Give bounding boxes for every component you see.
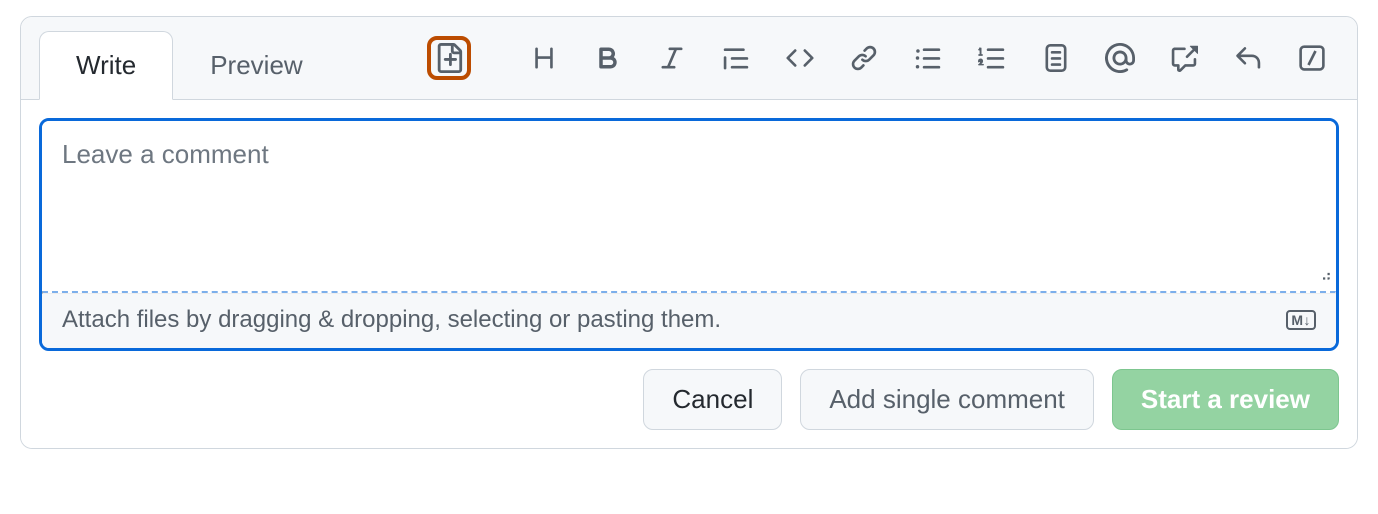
reply-icon[interactable] xyxy=(1233,43,1263,73)
slash-command-icon[interactable] xyxy=(1297,43,1327,73)
resize-handle-icon[interactable] xyxy=(1314,265,1332,286)
code-icon[interactable] xyxy=(785,43,815,73)
cancel-button[interactable]: Cancel xyxy=(643,369,782,430)
unordered-list-icon[interactable] xyxy=(913,43,943,73)
link-icon[interactable] xyxy=(849,43,879,73)
comment-panel: Write Preview xyxy=(20,16,1358,449)
add-single-comment-button[interactable]: Add single comment xyxy=(800,369,1094,430)
comment-body: Attach files by dragging & dropping, sel… xyxy=(21,99,1357,448)
comment-input-wrap: Attach files by dragging & dropping, sel… xyxy=(39,118,1339,351)
action-bar: Cancel Add single comment Start a review xyxy=(39,369,1339,430)
suggest-change-highlight xyxy=(427,36,471,80)
quote-icon[interactable] xyxy=(721,43,751,73)
tab-write[interactable]: Write xyxy=(39,31,173,100)
attach-files-bar[interactable]: Attach files by dragging & dropping, sel… xyxy=(42,294,1336,348)
italic-icon[interactable] xyxy=(657,43,687,73)
cross-reference-icon[interactable] xyxy=(1169,43,1199,73)
markdown-badge-icon[interactable]: M↓ xyxy=(1286,310,1316,330)
heading-icon[interactable] xyxy=(529,43,559,73)
ordered-list-icon[interactable] xyxy=(977,43,1007,73)
start-review-button[interactable]: Start a review xyxy=(1112,369,1339,430)
attach-hint-text: Attach files by dragging & dropping, sel… xyxy=(62,306,721,334)
tab-preview[interactable]: Preview xyxy=(173,31,339,100)
file-diff-icon[interactable] xyxy=(434,43,464,73)
task-list-icon[interactable] xyxy=(1041,43,1071,73)
tabbar: Write Preview xyxy=(21,17,1357,99)
comment-textarea[interactable] xyxy=(42,121,1336,291)
mention-icon[interactable] xyxy=(1105,43,1135,73)
formatting-toolbar xyxy=(427,17,1339,99)
bold-icon[interactable] xyxy=(593,43,623,73)
